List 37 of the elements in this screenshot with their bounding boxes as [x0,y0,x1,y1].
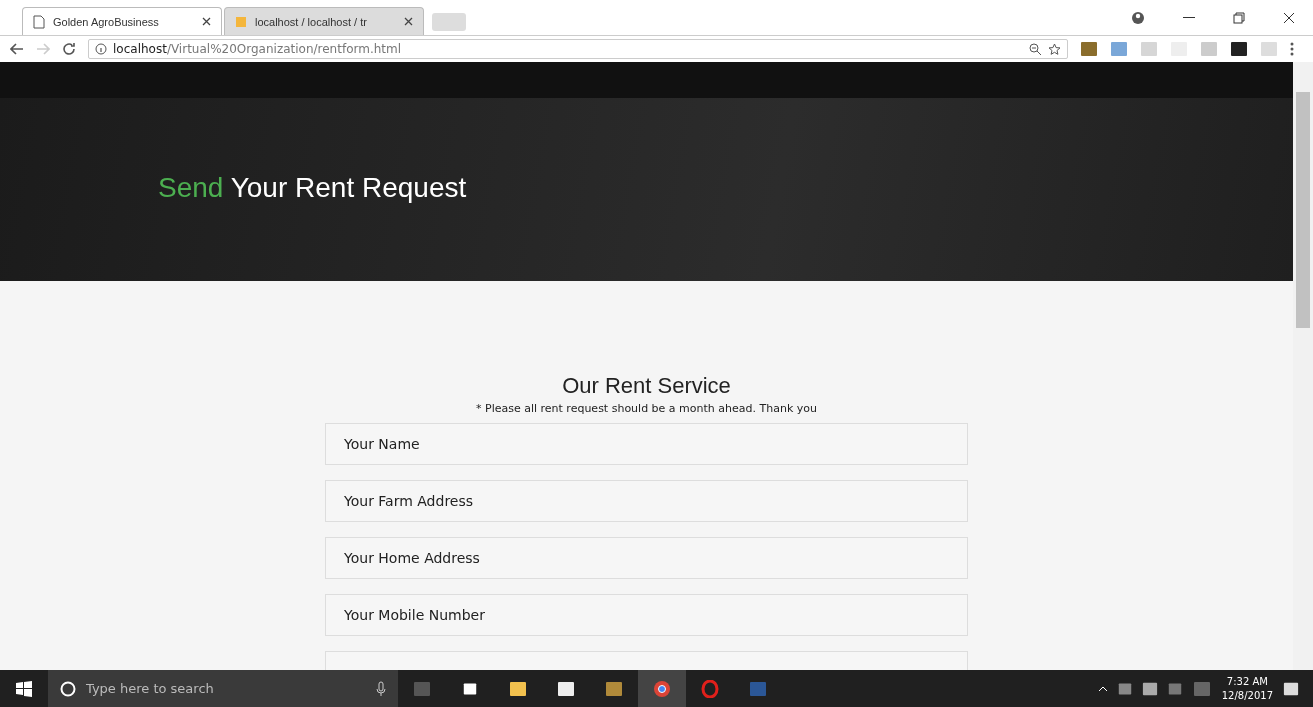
restore-icon[interactable] [1233,12,1245,24]
input-field[interactable]: Your Home Address [325,537,968,579]
search-placeholder: Type here to search [86,681,215,696]
ring-app-icon[interactable] [701,679,719,698]
tab-title: localhost / localhost / tr [255,15,368,28]
input-field[interactable]: Your Mobile Number [325,594,968,636]
minimize-icon[interactable] [1183,17,1195,19]
scrollbar[interactable] [1293,62,1313,670]
url-text: localhost/Virtual%20Organization/rentform.html [113,42,402,56]
site-icon [235,14,247,29]
close-icon[interactable] [1283,12,1295,24]
page-icon [33,14,45,29]
info-icon [95,43,107,55]
start-button[interactable] [16,680,32,697]
close-icon[interactable] [404,17,413,26]
chevron-up-icon[interactable] [1097,685,1108,692]
browser-app-icon[interactable] [653,679,671,698]
circle-icon [60,680,76,697]
microphone-icon[interactable] [376,680,386,697]
hero-title: Send Your Rent Request [158,171,467,204]
form-note: * Please all rent request should be a month ahead. Thank you [476,402,817,415]
back-icon[interactable] [10,43,24,55]
reload-icon[interactable] [62,42,76,56]
form-title: Our Rent Service [562,373,731,399]
browser-tab[interactable]: localhost / localhost / tr [224,7,424,35]
taskbar-search-field[interactable]: Type here to search [48,670,398,707]
tab-title: Golden AgroBusiness [53,15,160,28]
clock[interactable]: 7:32 AM 12/8/2017 [1221,674,1273,703]
input-field[interactable]: Your Farm Address [325,480,968,522]
menu-icon[interactable] [1290,42,1294,56]
address-field[interactable]: localhost/Virtual%20Organization/rentform.html [88,39,1068,59]
zoom-icon[interactable] [1029,42,1042,56]
star-icon[interactable] [1048,42,1061,56]
close-icon[interactable] [202,17,211,26]
profile-icon[interactable] [1131,11,1145,25]
input-field[interactable]: Your Name [325,423,968,465]
browser-tab[interactable]: Golden AgroBusiness [22,7,222,35]
